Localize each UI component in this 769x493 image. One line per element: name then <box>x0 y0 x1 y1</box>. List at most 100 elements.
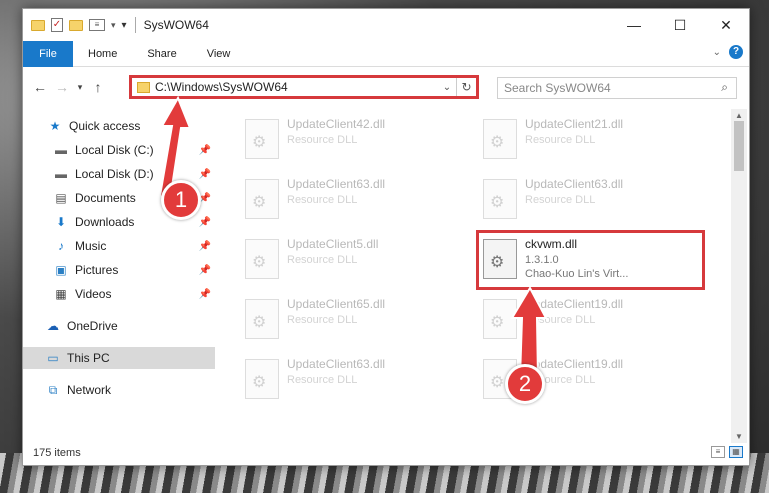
nav-label: Local Disk (D:) <box>75 167 154 181</box>
file-name: UpdateClient19.dll <box>525 357 624 371</box>
scrollbar-thumb[interactable] <box>734 121 744 171</box>
nav-item-onedrive[interactable]: ☁ OneDrive <box>23 315 215 337</box>
pin-icon[interactable]: 📌 <box>199 145 211 156</box>
dll-file-icon <box>483 299 517 339</box>
pin-icon[interactable]: 📌 <box>199 265 211 276</box>
document-icon: ▤ <box>55 191 67 205</box>
up-arrow-icon[interactable]: ↑ <box>87 79 109 95</box>
nav-label: Network <box>67 383 112 397</box>
nav-item-network[interactable]: ⧉ Network <box>23 379 215 401</box>
file-item[interactable]: UpdateClient63.dll Resource DLL <box>479 175 699 223</box>
back-arrow-icon[interactable]: ← <box>29 79 51 95</box>
new-folder-icon[interactable] <box>69 19 83 31</box>
dll-file-icon <box>245 239 279 279</box>
file-description: Resource DLL <box>287 314 358 326</box>
file-description: Resource DLL <box>287 194 358 206</box>
file-item[interactable]: UpdateClient63.dll Resource DLL <box>241 175 461 223</box>
address-row: ← → ▾ ↑ C:\Windows\SysWOW64 ⌄ ↻ Search S… <box>23 69 749 105</box>
nav-item-quick-access[interactable]: ★ Quick access <box>23 115 215 137</box>
maximize-button[interactable]: ☐ <box>657 9 703 41</box>
scroll-up-icon[interactable]: ▲ <box>731 111 747 120</box>
file-item[interactable]: UpdateClient5.dll Resource DLL <box>241 235 461 283</box>
refresh-icon[interactable]: ↻ <box>456 78 476 96</box>
nav-label: Documents <box>75 191 136 205</box>
dll-file-icon <box>245 299 279 339</box>
file-item[interactable]: UpdateClient19.dll Resource DLL <box>479 295 699 343</box>
cloud-icon: ☁ <box>47 319 59 333</box>
video-icon: ▦ <box>55 287 67 301</box>
forward-arrow-icon[interactable]: → <box>51 79 73 95</box>
tab-home[interactable]: Home <box>73 41 132 67</box>
drive-icon: ▬ <box>55 143 67 157</box>
status-bar: 175 items ≡ ▦ <box>23 441 749 465</box>
properties-check-icon[interactable]: ✓ <box>51 18 63 32</box>
address-path[interactable]: C:\Windows\SysWOW64 <box>155 80 438 94</box>
details-view-icon[interactable]: ≡ <box>711 446 725 458</box>
file-name: UpdateClient19.dll <box>525 297 624 311</box>
file-description: Resource DLL <box>287 134 358 146</box>
chevron-down-icon[interactable]: ▾ <box>111 20 116 31</box>
dll-file-icon <box>483 119 517 159</box>
file-description: Resource DLL <box>287 374 358 386</box>
file-name: UpdateClient5.dll <box>287 237 379 251</box>
file-item[interactable]: UpdateClient42.dll Resource DLL <box>241 115 461 163</box>
file-item[interactable]: UpdateClient21.dll Resource DLL <box>479 115 699 163</box>
nav-item-videos[interactable]: ▦ Videos 📌 <box>23 283 215 305</box>
nav-item-music[interactable]: ♪ Music 📌 <box>23 235 215 257</box>
help-icon[interactable]: ? <box>729 45 743 59</box>
large-icons-view-icon[interactable]: ▦ <box>729 446 743 458</box>
file-description: Resource DLL <box>525 194 596 206</box>
star-icon: ★ <box>49 119 61 133</box>
file-description: Resource DLL <box>525 134 596 146</box>
picture-icon: ▣ <box>55 263 67 277</box>
nav-label: Pictures <box>75 263 119 277</box>
nav-item-pictures[interactable]: ▣ Pictures 📌 <box>23 259 215 281</box>
music-icon: ♪ <box>58 239 64 253</box>
drive-icon: ▬ <box>55 167 67 181</box>
tab-view[interactable]: View <box>192 41 246 67</box>
ribbon-tabs: File Home Share View ⌄ ? <box>23 40 749 67</box>
customize-toolbar-icon[interactable]: ▾ <box>122 20 127 31</box>
nav-label: This PC <box>67 351 110 365</box>
network-icon: ⧉ <box>48 382 58 397</box>
file-name: UpdateClient63.dll <box>287 357 386 371</box>
folder-icon[interactable] <box>31 19 45 31</box>
minimize-button[interactable]: — <box>611 9 657 41</box>
nav-item-this-pc[interactable]: ▭ This PC <box>23 347 215 369</box>
properties-icon[interactable]: ≡ <box>89 19 105 31</box>
file-name: UpdateClient42.dll <box>287 117 386 131</box>
pin-icon[interactable]: 📌 <box>199 289 211 300</box>
expand-ribbon-icon[interactable]: ⌄ <box>713 47 721 58</box>
window-title: SysWOW64 <box>143 18 209 32</box>
close-button[interactable]: ✕ <box>703 9 749 41</box>
file-item[interactable]: UpdateClient63.dll Resource DLL <box>241 355 461 403</box>
scroll-down-icon[interactable]: ▼ <box>731 432 747 441</box>
vertical-scrollbar[interactable]: ▲ ▼ <box>731 109 747 443</box>
file-name: UpdateClient65.dll <box>287 297 386 311</box>
step-marker-1: 1 <box>161 180 201 220</box>
nav-label: OneDrive <box>67 319 118 333</box>
computer-icon: ▭ <box>47 351 59 365</box>
nav-label: Videos <box>75 287 112 301</box>
recent-locations-chevron-icon[interactable]: ▾ <box>73 82 87 93</box>
step-marker-2: 2 <box>505 364 545 404</box>
dll-file-icon <box>245 179 279 219</box>
dll-file-icon <box>245 359 279 399</box>
search-input[interactable]: Search SysWOW64 ⌕ <box>497 77 737 99</box>
tab-share[interactable]: Share <box>132 41 191 67</box>
address-bar[interactable]: C:\Windows\SysWOW64 ⌄ ↻ <box>129 75 479 99</box>
nav-label: Music <box>75 239 107 253</box>
quick-access-toolbar: ✓ ≡ ▾ ▾ <box>31 18 127 32</box>
window-controls: — ☐ ✕ <box>611 9 749 41</box>
search-placeholder: Search SysWOW64 <box>504 81 611 95</box>
nav-item-local-disk-c[interactable]: ▬ Local Disk (C:) 📌 <box>23 139 215 161</box>
view-switcher: ≡ ▦ <box>711 446 743 458</box>
pin-icon[interactable]: 📌 <box>199 217 211 228</box>
tab-file[interactable]: File <box>23 40 73 67</box>
file-description: Resource DLL <box>525 314 596 326</box>
pin-icon[interactable]: 📌 <box>199 169 211 180</box>
divider <box>134 17 136 33</box>
file-item[interactable]: UpdateClient65.dll Resource DLL <box>241 295 461 343</box>
pin-icon[interactable]: 📌 <box>199 241 211 252</box>
address-dropdown-icon[interactable]: ⌄ <box>438 82 456 93</box>
